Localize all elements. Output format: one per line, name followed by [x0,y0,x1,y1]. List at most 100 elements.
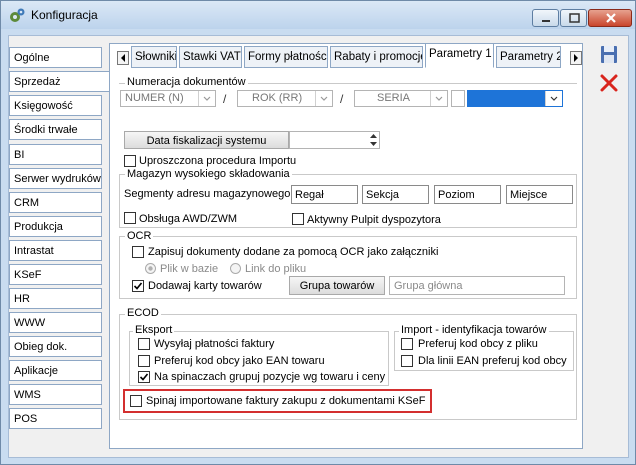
spinacze-label: Na spinaczach grupuj pozycje wg towaru i… [154,371,386,383]
eksport-title: Eksport [133,324,175,336]
spinaj-ksef-label: Spinaj importowane faktury zakupu z doku… [146,395,426,407]
segments-label: Segmenty adresu magazynowego: [124,188,294,200]
sidebar-item-label: POS [14,413,38,425]
tab-slowniki[interactable]: Słowniki [131,46,177,68]
seria-combo[interactable]: SERIA [354,90,448,107]
sidebar-item-pos[interactable]: POS [9,408,102,429]
pulpit-checkbox[interactable] [292,213,304,225]
linii-ean-label: Dla linii EAN preferuj kod obcy [418,355,567,367]
cancel-button[interactable] [597,71,621,95]
save-button[interactable] [597,43,621,67]
sidebar-item-srodki-trwale[interactable]: Środki trwałe [9,119,102,140]
maximize-icon [569,13,580,23]
linii-ean-checkbox[interactable] [401,355,413,367]
segment-sekcja-field[interactable]: Sekcja [362,185,429,204]
plik-w-bazie-label: Plik w bazie [160,263,219,275]
config-window: Konfiguracja Ogólne Sprzedaż Księgowość … [0,0,636,465]
maximize-button[interactable] [560,9,587,27]
fiskalizacja-date-field[interactable] [289,131,380,149]
chevron-down-icon [545,91,562,106]
segment-poziom-field[interactable]: Poziom [434,185,501,204]
sidebar-item-ogolne[interactable]: Ogólne [9,47,102,68]
wysylaj-label: Wysyłaj płatności faktury [154,338,275,350]
extra-field[interactable] [451,90,465,107]
tab-rabaty-i-promocje[interactable]: Rabaty i promocje [330,46,423,68]
spinner-icon [370,134,377,146]
numeracja-title: Numeracja dokumentów [125,76,248,88]
sidebar-item-intrastat[interactable]: Intrastat [9,240,102,261]
sidebar-item-ksef[interactable]: KSeF [9,264,102,285]
segment-miejsce-field[interactable]: Miejsce [506,185,573,204]
wysylaj-checkbox[interactable] [138,338,150,350]
import-id-title: Import - identyfikacja towarów [399,324,549,336]
sidebar-item-label: Sprzedaż [14,76,61,88]
checkmark-icon [133,282,143,290]
sidebar-item-obieg-dok[interactable]: Obieg dok. [9,336,102,357]
awd-checkbox[interactable] [124,212,136,224]
rok-combo[interactable]: ROK (RR) [237,90,333,107]
sidebar-item-ksiegowosc[interactable]: Księgowość [9,95,102,116]
sidebar-item-serwer-wydrukow[interactable]: Serwer wydruków [9,168,102,189]
chevron-down-icon [315,91,332,106]
sidebar-item-aplikacje[interactable]: Aplikacje [9,360,102,381]
fourth-combo[interactable] [467,90,563,107]
close-button[interactable] [588,9,632,27]
cancel-icon [600,74,618,92]
grupa-glowna-field[interactable]: Grupa główna [389,276,565,295]
numer-combo[interactable]: NUMER (N) [120,90,216,107]
tab-parametry-2[interactable]: Parametry 2 [496,46,561,68]
dodawaj-karty-label: Dodawaj karty towarów [148,280,262,292]
sidebar-item-label: CRM [14,197,40,209]
radio-dot-icon [148,266,153,271]
data-fiskalizacji-button[interactable]: Data fiskalizacji systemu [124,131,289,149]
sidebar-item-label: WMS [14,389,41,401]
dodawaj-karty-checkbox[interactable] [132,280,144,292]
sidebar-item-label: Serwer wydruków [14,173,101,185]
sidebar-item-produkcja[interactable]: Produkcja [9,216,102,237]
plik-w-bazie-radio[interactable] [145,263,156,274]
tab-formy-platnosci[interactable]: Formy płatności [244,46,328,68]
link-do-pliku-radio[interactable] [230,263,241,274]
sidebar-item-label: Intrastat [14,245,54,257]
ocr-title: OCR [125,230,154,242]
chevron-down-icon [198,91,215,106]
tab-scroll-right-button[interactable] [570,51,582,65]
window-title: Konfiguracja [31,8,98,22]
sidebar-item-crm[interactable]: CRM [9,192,102,213]
spinaj-ksef-checkbox[interactable] [130,395,142,407]
title-bar: Konfiguracja [1,1,635,29]
grupa-towarow-button[interactable]: Grupa towarów [289,276,385,295]
minimize-button[interactable] [532,9,559,27]
tab-stawki-vat[interactable]: Stawki VAT [179,46,242,68]
segment-regal-field[interactable]: Regał [291,185,358,204]
sidebar-item-label: KSeF [14,269,42,281]
preferuj-ean-checkbox[interactable] [138,355,150,367]
chevron-down-icon [430,91,447,106]
save-icon [601,46,617,63]
tab-label: Słowniki [135,51,177,63]
uproszczona-import-checkbox[interactable] [124,155,136,167]
sidebar-item-sprzedaz[interactable]: Sprzedaż [9,71,110,92]
sidebar-item-hr[interactable]: HR [9,288,102,309]
sidebar-item-bi[interactable]: BI [9,144,102,165]
sidebar-item-www[interactable]: WWW [9,312,102,333]
tab-label: Stawki VAT [183,51,241,63]
tab-parametry-1[interactable]: Parametry 1 [425,43,494,68]
arrow-left-icon [121,54,125,62]
uproszczona-import-label: Uproszczona procedura Importu [139,155,297,167]
tab-scroll-left-button[interactable] [117,51,129,65]
sidebar-item-label: Ogólne [14,52,50,64]
combo-value: SERIA [377,92,411,104]
tab-label: Parametry 1 [429,48,492,60]
awd-label: Obsługa AWD/ZWM [139,213,237,225]
sidebar-item-label: Produkcja [14,221,63,233]
zapisuj-label: Zapisuj dokumenty dodane za pomocą OCR j… [148,246,439,258]
preferuj-plik-checkbox[interactable] [401,338,413,350]
sidebar-item-label: Środki trwałe [14,124,78,136]
sidebar-item-wms[interactable]: WMS [9,384,102,405]
zapisuj-checkbox[interactable] [132,246,144,258]
combo-value: NUMER (N) [125,92,184,104]
tab-label: Parametry 2 [500,51,561,63]
sidebar-item-label: Aplikacje [14,365,59,377]
spinacze-checkbox[interactable] [138,371,150,383]
